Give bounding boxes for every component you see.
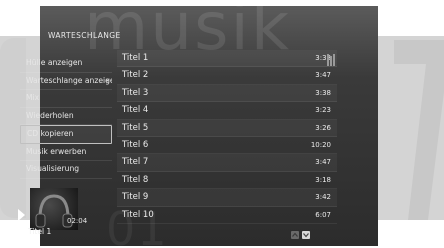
track-row[interactable]: Titel 10 6:07 bbox=[117, 207, 337, 224]
now-playing-title: Titel 1 bbox=[28, 227, 52, 236]
side-menu: Hülle anzeigen Warteschlange anzeigen ▸ … bbox=[20, 55, 112, 179]
track-row[interactable]: Titel 6 10:20 bbox=[117, 137, 337, 155]
track-row[interactable]: Titel 7 3:47 bbox=[117, 154, 337, 172]
track-duration: 3:18 bbox=[315, 175, 331, 184]
track-list: Titel 1 3:38 Titel 2 3:47 Titel 3 3:38 T… bbox=[117, 50, 337, 224]
menu-item-label: Mix bbox=[26, 93, 40, 102]
menu-item-show-queue[interactable]: Warteschlange anzeigen ▸ bbox=[20, 73, 112, 90]
submenu-arrow-icon: ▸ bbox=[105, 76, 109, 84]
track-duration: 3:26 bbox=[315, 123, 331, 132]
menu-item-show-cover[interactable]: Hülle anzeigen bbox=[20, 55, 112, 73]
track-duration: 3:23 bbox=[315, 106, 331, 115]
list-scroll-icon[interactable] bbox=[327, 54, 337, 66]
menu-item-label: Visualisierung bbox=[26, 164, 80, 173]
track-row[interactable]: Titel 5 3:26 bbox=[117, 119, 337, 137]
menu-item-label: Musik erwerben bbox=[26, 146, 87, 156]
track-title: Titel 6 bbox=[122, 139, 149, 150]
track-row[interactable]: Titel 1 3:38 bbox=[117, 50, 337, 68]
track-duration: 10:20 bbox=[310, 140, 331, 149]
track-title: Titel 3 bbox=[122, 87, 149, 98]
menu-item-rip-cd[interactable]: CD kopieren bbox=[20, 125, 112, 144]
track-title: Titel 4 bbox=[122, 105, 149, 116]
track-row[interactable]: Titel 2 3:47 bbox=[117, 67, 337, 85]
page-up-button[interactable] bbox=[291, 231, 299, 239]
menu-item-label: Wiederholen bbox=[26, 110, 74, 120]
track-title: Titel 2 bbox=[122, 70, 149, 81]
track-duration: 3:47 bbox=[315, 71, 331, 80]
track-title: Titel 8 bbox=[122, 174, 149, 185]
track-title: Titel 9 bbox=[122, 192, 149, 203]
track-row[interactable]: Titel 8 3:18 bbox=[117, 172, 337, 190]
track-title: Titel 10 bbox=[122, 209, 154, 220]
track-title: Titel 1 bbox=[122, 53, 149, 63]
track-row[interactable]: Titel 3 3:38 bbox=[117, 84, 337, 103]
play-icon[interactable] bbox=[18, 209, 25, 221]
track-row[interactable]: Titel 9 3:42 bbox=[117, 189, 337, 207]
elapsed-time: 02:04 bbox=[67, 217, 88, 225]
menu-item-label: Hülle anzeigen bbox=[26, 58, 83, 67]
track-duration: 3:38 bbox=[315, 88, 331, 97]
track-duration: 3:42 bbox=[315, 193, 331, 202]
menu-item-shuffle[interactable]: Mix bbox=[20, 90, 112, 108]
chevron-up-icon bbox=[292, 232, 298, 237]
decorative-seven-logo bbox=[394, 40, 444, 220]
page-title: WARTESCHLANGE bbox=[48, 31, 121, 40]
menu-item-visualization[interactable]: Visualisierung bbox=[20, 161, 112, 179]
menu-item-buy-music[interactable]: Musik erwerben bbox=[20, 144, 112, 161]
track-row[interactable]: Titel 4 3:23 bbox=[117, 102, 337, 120]
track-duration: 6:07 bbox=[315, 210, 331, 219]
menu-item-repeat[interactable]: Wiederholen bbox=[20, 108, 112, 125]
track-title: Titel 5 bbox=[122, 122, 149, 133]
page-down-button[interactable] bbox=[302, 231, 310, 239]
track-title: Titel 7 bbox=[122, 157, 149, 168]
chevron-down-icon bbox=[303, 233, 309, 238]
track-duration: 3:47 bbox=[315, 158, 331, 167]
menu-item-label: Warteschlange anzeigen bbox=[26, 75, 112, 85]
menu-item-label: CD kopieren bbox=[27, 129, 74, 138]
